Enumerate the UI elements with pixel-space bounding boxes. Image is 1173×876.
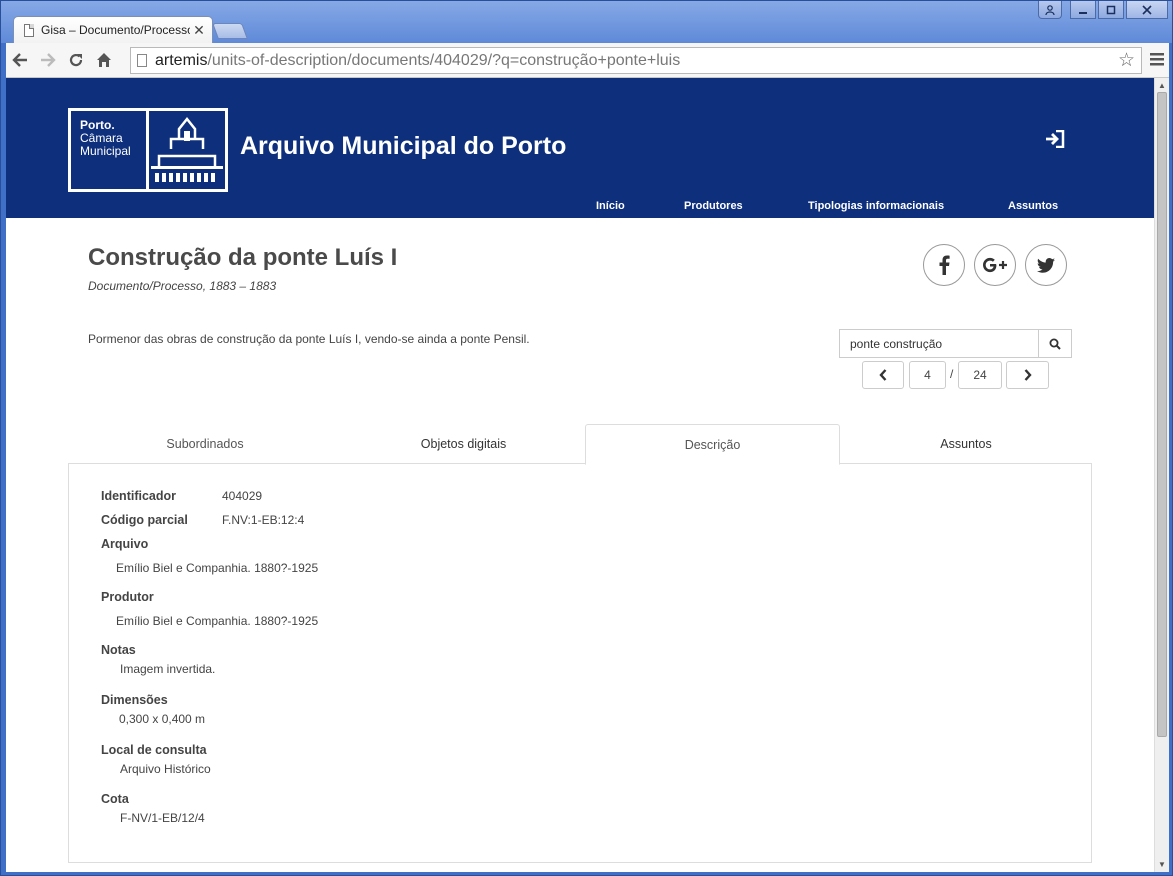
building-icon [149, 111, 225, 189]
search-input[interactable] [840, 330, 1038, 357]
logo-line-3: Municipal [80, 144, 131, 158]
url-host: artemis [155, 51, 208, 69]
chevron-right-icon [1024, 369, 1032, 381]
window-controls [1038, 1, 1168, 19]
google-plus-icon [983, 257, 1007, 273]
field-value-cota: F-NV/1-EB/12/4 [120, 811, 205, 825]
field-value-codigo-parcial: F.NV:1-EB:12:4 [222, 513, 305, 527]
tab-assuntos[interactable]: Assuntos [840, 424, 1092, 464]
url-path: /units-of-description/documents/404029/?… [207, 51, 681, 69]
field-label-local-consulta: Local de consulta [101, 743, 207, 757]
chevron-left-icon [879, 369, 887, 381]
content-tabs: Subordinados Objetos digitais Descrição … [68, 424, 1092, 465]
social-share [923, 244, 1067, 286]
field-label-cota: Cota [101, 792, 129, 806]
field-label-codigo-parcial: Código parcial [101, 513, 188, 527]
nav-item-assuntos[interactable]: Assuntos [1008, 200, 1058, 212]
field-label-dimensoes: Dimensões [101, 693, 168, 707]
field-value-produtor[interactable]: Emílio Biel e Companhia. 1880?-1925 [116, 614, 318, 628]
vertical-scrollbar[interactable]: ▲ ▼ [1154, 78, 1169, 872]
user-icon[interactable] [1038, 1, 1062, 19]
pager-separator: / [950, 367, 954, 381]
document-description: Pormenor das obras de construção da pont… [88, 332, 530, 346]
address-bar[interactable]: artemis/units-of-description/documents/4… [130, 47, 1142, 74]
field-label-produtor: Produtor [101, 590, 154, 604]
field-value-arquivo[interactable]: Emílio Biel e Companhia. 1880?-1925 [116, 561, 318, 575]
close-window-icon[interactable] [1126, 1, 1168, 19]
google-plus-share-button[interactable] [974, 244, 1016, 286]
document-subtitle: Documento/Processo, 1883 – 1883 [88, 279, 277, 293]
nav-item-tipologias[interactable]: Tipologias informacionais [808, 200, 944, 212]
page-icon [137, 54, 147, 67]
back-icon[interactable] [6, 46, 34, 74]
facebook-share-button[interactable] [923, 244, 965, 286]
field-value-identificador: 404029 [222, 489, 263, 503]
twitter-share-button[interactable] [1025, 244, 1067, 286]
tab-objetos-digitais[interactable]: Objetos digitais [342, 424, 585, 464]
browser-toolbar: artemis/units-of-description/documents/4… [6, 43, 1169, 78]
field-value-local-consulta: Arquivo Histórico [120, 762, 211, 776]
cm-porto-logo[interactable]: Porto. Câmara Municipal [68, 108, 228, 192]
scroll-up-icon[interactable]: ▲ [1158, 81, 1166, 90]
maximize-icon[interactable] [1098, 1, 1124, 19]
field-label-notas: Notas [101, 643, 136, 657]
tab-descricao[interactable]: Descrição [585, 424, 840, 465]
tab-subordinados[interactable]: Subordinados [68, 424, 342, 464]
search-button[interactable] [1038, 330, 1071, 357]
nav-item-produtores[interactable]: Produtores [684, 200, 743, 212]
tab-title: Gisa – Documento/Processo [41, 23, 190, 37]
login-icon[interactable] [1045, 129, 1065, 153]
site-header: Porto. Câmara Municipal Arquivo Municipa… [6, 78, 1154, 218]
forward-icon[interactable] [34, 46, 62, 74]
twitter-icon [1037, 257, 1055, 273]
bookmark-star-icon[interactable]: ☆ [1118, 49, 1135, 72]
site-title[interactable]: Arquivo Municipal do Porto [240, 132, 566, 161]
page-icon [24, 23, 34, 37]
browser-window: Gisa – Documento/Processo ✕ artemis /uni… [0, 0, 1173, 876]
home-icon[interactable] [90, 46, 118, 74]
new-tab-button[interactable] [212, 23, 248, 39]
document-title: Construção da ponte Luís I [88, 244, 398, 271]
title-bar: Gisa – Documento/Processo ✕ [1, 1, 1172, 43]
field-label-identificador: Identificador [101, 489, 177, 503]
field-label-arquivo: Arquivo [101, 537, 149, 551]
close-tab-icon[interactable]: ✕ [190, 22, 208, 39]
current-result-field[interactable]: 4 [909, 361, 946, 389]
field-value-dimensoes: 0,300 x 0,400 m [119, 712, 206, 726]
next-result-button[interactable] [1006, 361, 1049, 389]
page-viewport: Porto. Câmara Municipal Arquivo Municipa… [6, 78, 1154, 872]
browser-tab[interactable]: Gisa – Documento/Processo ✕ [13, 16, 213, 43]
reload-icon[interactable] [62, 46, 90, 74]
logo-text: Porto. Câmara Municipal [71, 111, 149, 189]
previous-result-button[interactable] [862, 361, 904, 389]
nav-item-inicio[interactable]: Início [596, 200, 625, 212]
field-value-notas: Imagem invertida. [120, 662, 216, 676]
search-icon [1049, 338, 1061, 350]
scroll-down-icon[interactable]: ▼ [1158, 860, 1166, 869]
total-results: 24 [958, 361, 1002, 389]
browser-menu-icon[interactable] [1150, 51, 1164, 71]
minimize-icon[interactable] [1070, 1, 1096, 19]
scrollbar-thumb[interactable] [1157, 92, 1167, 737]
facebook-icon [939, 255, 950, 275]
search-form [839, 329, 1072, 358]
